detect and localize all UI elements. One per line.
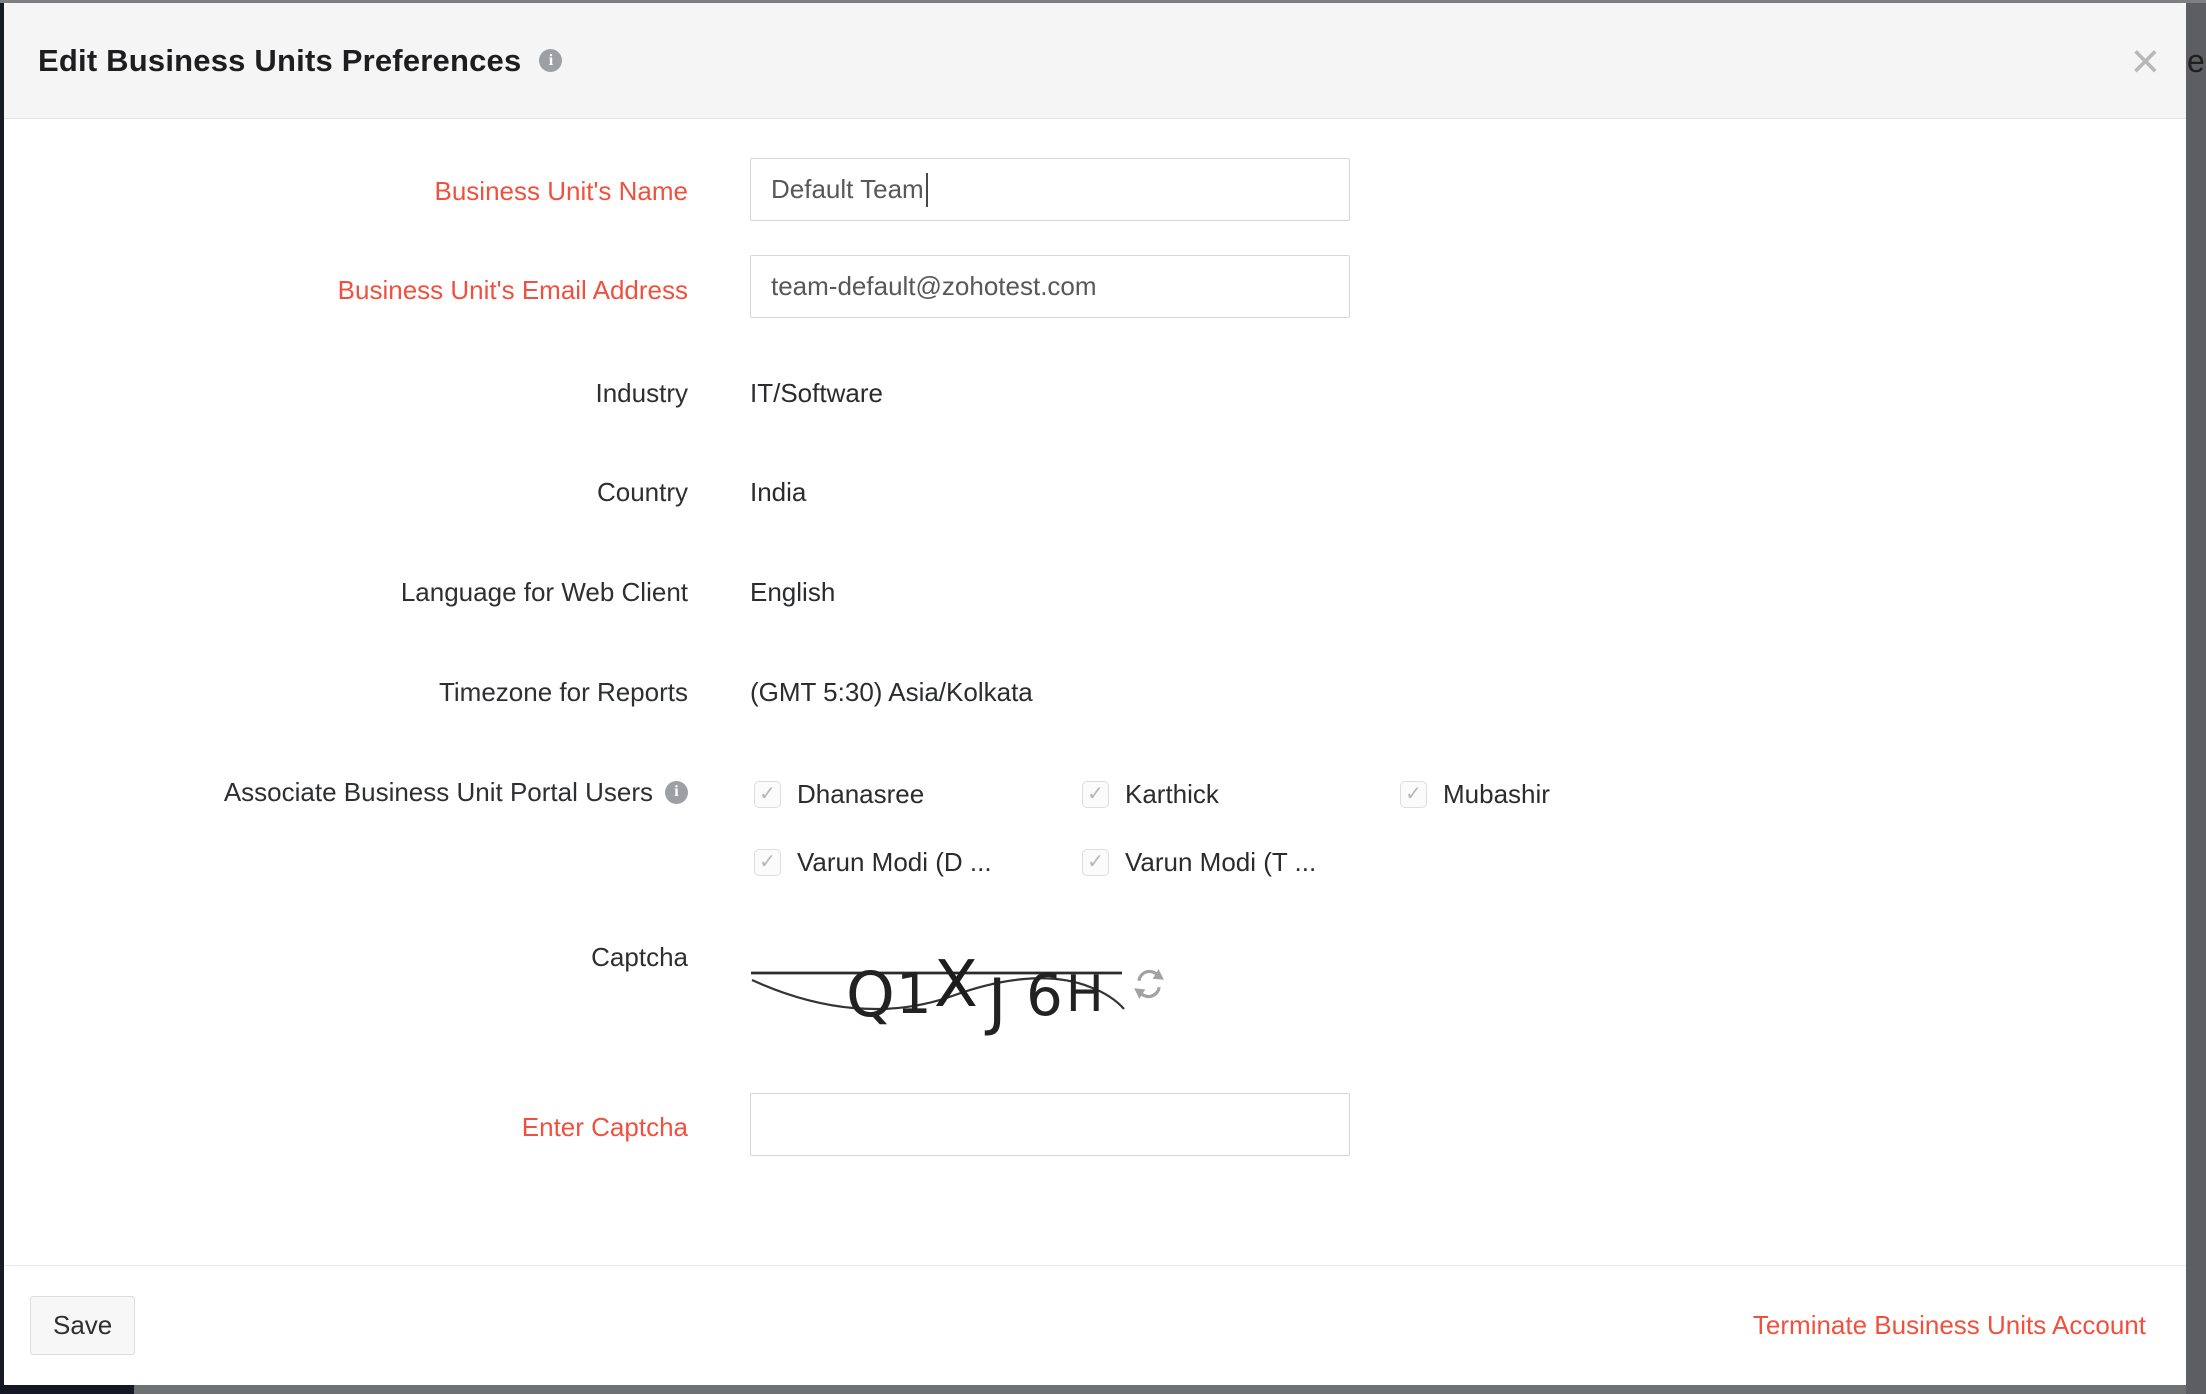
text-cursor — [926, 173, 928, 207]
svg-text:6: 6 — [1026, 961, 1063, 1029]
portal-users-label: Associate Business Unit Portal Users — [224, 776, 653, 808]
checkbox-checked-icon: ✓ — [754, 849, 781, 876]
portal-user-name: Varun Modi (D ... — [797, 847, 992, 878]
portal-user-option[interactable]: ✓ Mubashir — [1400, 780, 1550, 808]
timezone-value: (GMT 5:30) Asia/Kolkata — [750, 676, 1033, 708]
terminate-business-units-link[interactable]: Terminate Business Units Account — [1753, 1310, 2146, 1341]
business-unit-email-input[interactable] — [750, 255, 1350, 318]
page: e Edit Business Units Preferences i × Bu… — [0, 0, 2206, 1394]
checkbox-checked-icon: ✓ — [1082, 849, 1109, 876]
svg-text:1: 1 — [896, 962, 932, 1027]
portal-user-name: Mubashir — [1443, 779, 1550, 810]
enter-captcha-label: Enter Captcha — [4, 1111, 688, 1143]
portal-user-name: Varun Modi (T ... — [1125, 847, 1316, 878]
refresh-captcha-button[interactable] — [1132, 967, 1166, 1001]
background-bottom-sidebar-edge — [0, 1385, 134, 1394]
portal-users-info-icon[interactable]: i — [665, 781, 688, 804]
language-value: English — [750, 576, 835, 608]
portal-user-option[interactable]: ✓ Varun Modi (T ... — [1082, 848, 1316, 876]
business-unit-name-label: Business Unit's Name — [4, 175, 688, 207]
portal-user-name: Karthick — [1125, 779, 1219, 810]
enter-captcha-input[interactable] — [750, 1093, 1350, 1156]
save-button[interactable]: Save — [30, 1296, 135, 1355]
close-icon[interactable]: × — [2131, 36, 2160, 86]
business-unit-name-input[interactable]: Default Team — [750, 158, 1350, 221]
svg-text:H: H — [1066, 965, 1104, 1023]
checkbox-checked-icon: ✓ — [754, 781, 781, 808]
country-value: India — [750, 476, 806, 508]
timezone-label: Timezone for Reports — [4, 676, 688, 708]
svg-text:J: J — [984, 965, 1006, 1038]
modal-header: Edit Business Units Preferences i × — [4, 3, 2186, 119]
industry-label: Industry — [4, 377, 688, 409]
checkbox-checked-icon: ✓ — [1400, 781, 1427, 808]
background-right-edge: e — [2186, 3, 2206, 1394]
background-bottom-edge — [4, 1385, 2186, 1394]
modal-title: Edit Business Units Preferences — [38, 43, 521, 79]
portal-user-option[interactable]: ✓ Karthick — [1082, 780, 1219, 808]
portal-user-name: Dhanasree — [797, 779, 924, 810]
portal-user-option[interactable]: ✓ Varun Modi (D ... — [754, 848, 992, 876]
info-glyph: i — [549, 52, 553, 70]
background-left-sidebar-edge — [0, 3, 4, 1394]
captcha-label: Captcha — [4, 941, 688, 973]
edit-business-units-modal: Edit Business Units Preferences i × Busi… — [4, 3, 2186, 1385]
refresh-icon — [1132, 967, 1166, 1001]
captcha-image: Q 1 X J 6 H — [750, 945, 1130, 1040]
modal-footer: Save Terminate Business Units Account — [4, 1265, 2186, 1385]
portal-user-option[interactable]: ✓ Dhanasree — [754, 780, 924, 808]
background-top-edge — [0, 0, 2206, 3]
business-unit-name-value: Default Team — [771, 174, 924, 205]
svg-text:Q: Q — [846, 958, 895, 1031]
business-unit-email-label: Business Unit's Email Address — [4, 274, 688, 306]
background-peek-text: e — [2187, 43, 2205, 80]
checkbox-checked-icon: ✓ — [1082, 781, 1109, 808]
country-label: Country — [4, 476, 688, 508]
title-info-icon[interactable]: i — [539, 49, 562, 72]
svg-text:X: X — [934, 948, 978, 1022]
language-label: Language for Web Client — [4, 576, 688, 608]
industry-value: IT/Software — [750, 377, 883, 409]
portal-users-label-row: Associate Business Unit Portal Users i — [4, 776, 688, 808]
